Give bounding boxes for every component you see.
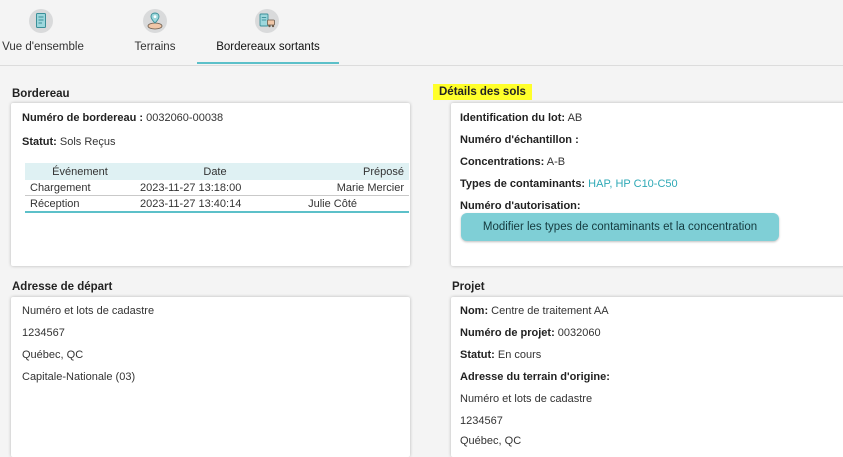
bordereau-number: Numéro de bordereau : 0032060-00038: [22, 112, 223, 124]
project-status-label: Statut:: [460, 349, 495, 361]
adresse-line: Capitale-Nationale (03): [22, 371, 136, 383]
modify-contaminants-button[interactable]: Modifier les types de contaminants et la…: [461, 213, 779, 241]
details-card: Identification du lot: AB Numéro d'échan…: [451, 103, 843, 266]
sample-number: Numéro d'échantillon :: [460, 134, 579, 146]
details-title: Détails des sols: [433, 84, 532, 100]
active-tab-indicator: [197, 62, 339, 64]
contaminant-types-label: Types de contaminants:: [460, 178, 586, 190]
bordereau-status-value: Sols Reçus: [59, 136, 116, 148]
details-title-text: Détails des sols: [433, 84, 532, 100]
adresse-card: Numéro et lots de cadastre 1234567 Québe…: [11, 297, 410, 457]
column-header-prepose: Préposé: [295, 163, 409, 180]
origin-address-line: Québec, QC: [460, 435, 522, 447]
event-person: Julie Côté: [295, 195, 409, 213]
bordereau-card: Numéro de bordereau : 0032060-00038 Stat…: [11, 103, 410, 266]
lot-label: Identification du lot:: [460, 112, 566, 124]
concentrations-label: Concentrations:: [460, 156, 545, 168]
authorization-label: Numéro d'autorisation:: [460, 200, 581, 212]
lot-value: AB: [567, 112, 583, 124]
table-row: Réception 2023-11-27 13:40:14 Julie Côté: [25, 195, 409, 213]
adresse-line: Québec, QC: [22, 349, 84, 361]
project-number-label: Numéro de projet:: [460, 327, 555, 339]
bordereau-status: Statut: Sols Reçus: [22, 136, 116, 148]
origin-address-label-text: Adresse du terrain d'origine:: [460, 371, 610, 383]
projet-card: Nom: Centre de traitement AA Numéro de p…: [451, 297, 843, 457]
origin-address-line: 1234567: [460, 415, 503, 427]
land-location-icon: [143, 9, 167, 33]
tab-label: Terrains: [134, 41, 176, 53]
document-icon: [29, 9, 53, 33]
bordereau-title: Bordereau: [12, 88, 70, 100]
project-status-value: En cours: [497, 349, 542, 361]
column-header-date: Date: [135, 163, 295, 180]
bordereau-status-label: Statut:: [22, 136, 57, 148]
adresse-line: Numéro et lots de cadastre: [22, 305, 155, 317]
tab-terrains[interactable]: Terrains: [130, 0, 180, 62]
concentrations: Concentrations: A-B: [460, 156, 565, 168]
adresse-title: Adresse de départ: [12, 281, 113, 293]
table-row: Chargement 2023-11-27 13:18:00 Marie Mer…: [25, 180, 409, 196]
tab-label: Vue d'ensemble: [2, 41, 84, 53]
concentrations-value: A-B: [546, 156, 566, 168]
project-name: Nom: Centre de traitement AA: [460, 305, 609, 317]
tab-vue-ensemble[interactable]: Vue d'ensemble: [0, 0, 86, 62]
project-status: Statut: En cours: [460, 349, 541, 361]
lot-identification: Identification du lot: AB: [460, 112, 582, 124]
project-name-value: Centre de traitement AA: [491, 305, 609, 317]
outgoing-slip-icon: [255, 9, 279, 33]
event-date: 2023-11-27 13:18:00: [135, 180, 295, 196]
nav-divider: [0, 65, 843, 66]
event-person: Marie Mercier: [295, 180, 409, 196]
projet-title: Projet: [452, 281, 485, 293]
tab-bordereaux-sortants[interactable]: Bordereaux sortants: [208, 0, 328, 62]
project-number-value: 0032060: [557, 327, 601, 339]
bordereau-number-value: 0032060-00038: [146, 112, 224, 124]
contaminant-types-link[interactable]: HAP, HP C10-C50: [588, 178, 677, 190]
events-header-row: Événement Date Préposé: [25, 163, 409, 180]
contaminant-types: Types de contaminants: HAP, HP C10-C50: [460, 178, 678, 190]
authorization-number: Numéro d'autorisation:: [460, 200, 581, 212]
top-navigation: Vue d'ensemble Terrains Bordereaux sorta…: [0, 0, 843, 66]
bordereau-number-label: Numéro de bordereau :: [22, 112, 144, 124]
tab-label: Bordereaux sortants: [216, 41, 320, 53]
event-date: 2023-11-27 13:40:14: [135, 195, 295, 213]
adresse-line: 1234567: [22, 327, 65, 339]
origin-address-label: Adresse du terrain d'origine:: [460, 371, 610, 383]
events-table: Événement Date Préposé Chargement 2023-1…: [25, 163, 409, 213]
origin-address-line: Numéro et lots de cadastre: [460, 393, 593, 405]
event-name: Chargement: [25, 180, 135, 196]
project-name-label: Nom:: [460, 305, 489, 317]
column-header-evenement: Événement: [25, 163, 135, 180]
event-name: Réception: [25, 195, 135, 213]
sample-number-label: Numéro d'échantillon :: [460, 134, 579, 146]
project-number: Numéro de projet: 0032060: [460, 327, 601, 339]
